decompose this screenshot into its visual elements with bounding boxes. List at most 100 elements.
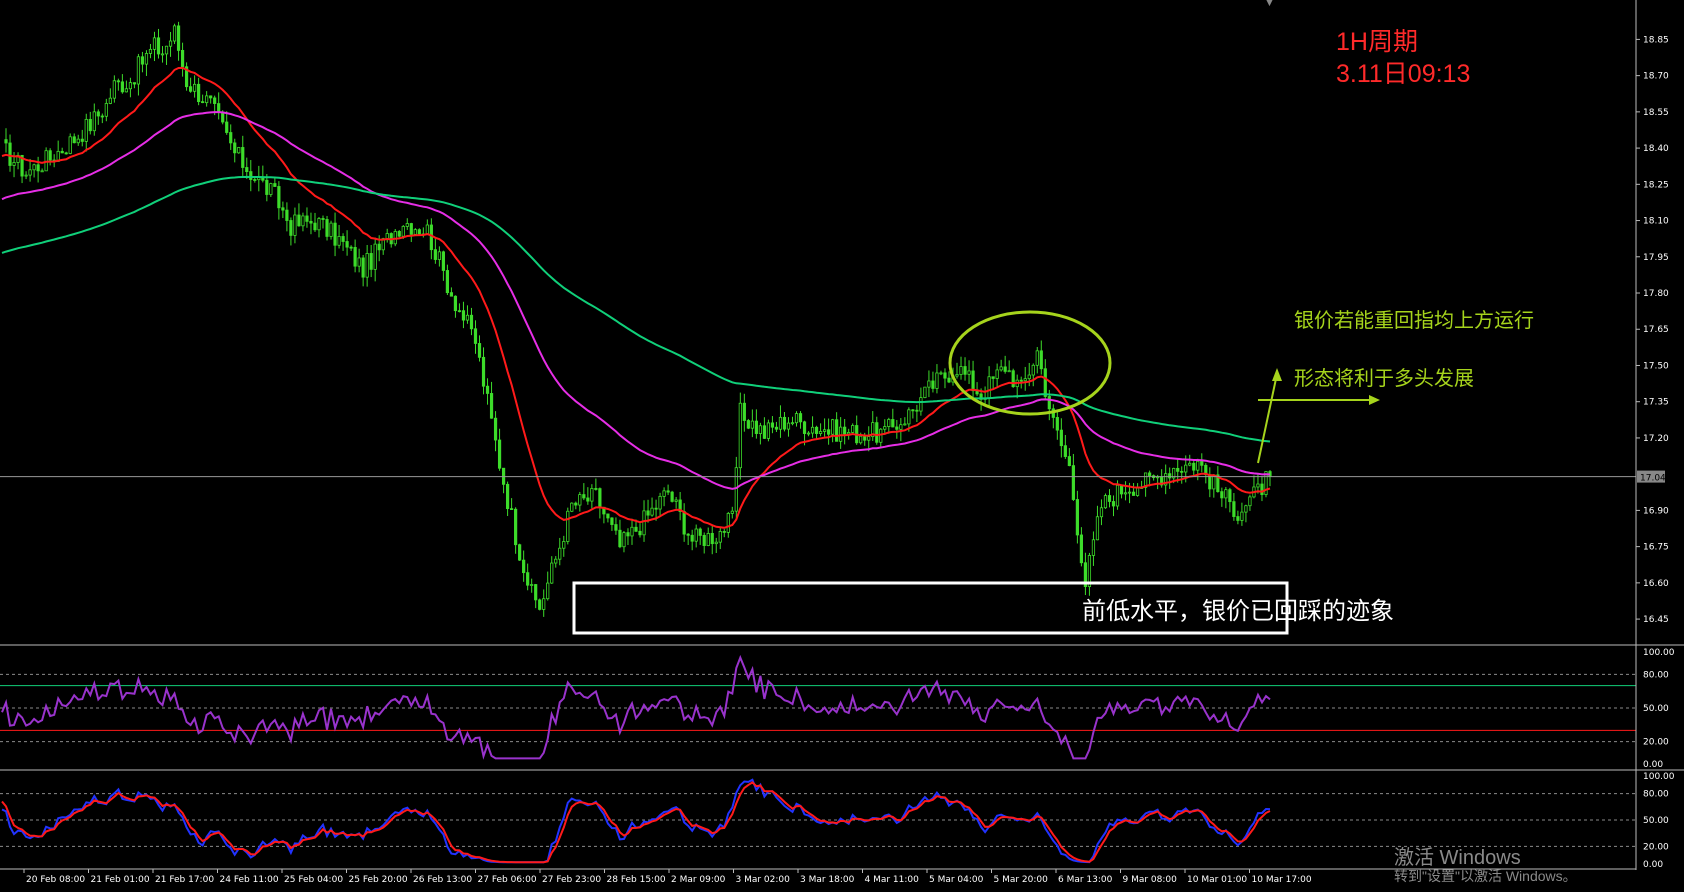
time-tick-label: 4 Mar 11:00 (865, 875, 920, 885)
candle-body (839, 426, 843, 442)
candle-body (405, 223, 409, 227)
candle-body (369, 253, 373, 270)
candle-body (1228, 489, 1232, 503)
candle-body (401, 226, 405, 237)
time-tick-label: 25 Feb 20:00 (349, 875, 408, 885)
candle-body (1192, 462, 1196, 471)
price-tick-label: 17.35 (1643, 398, 1669, 408)
candle-body (361, 257, 365, 278)
candle-body (843, 426, 847, 435)
candle-body (1232, 501, 1236, 517)
candle-body (84, 118, 88, 142)
chart-shift-marker-icon[interactable]: ▼ (1266, 0, 1276, 8)
candle-body (1079, 534, 1084, 564)
candle-body (630, 526, 634, 537)
candle-body (132, 82, 137, 85)
candle-body (12, 162, 16, 166)
candle-body (1075, 499, 1079, 536)
candle-body (4, 139, 8, 144)
candle-body (959, 366, 963, 375)
price-chart[interactable]: 17.04 18.85 18.70 18.55 18.40 18.25 18.10 17.95… (0, 0, 1684, 892)
candle-body (774, 426, 779, 430)
current-price-label: 17.04 (1640, 474, 1666, 484)
candle-body (770, 422, 775, 428)
candle-body (337, 236, 341, 246)
candle-body (1099, 507, 1104, 518)
candle-body (867, 436, 871, 441)
candle-body (313, 222, 317, 231)
candle-body (373, 243, 377, 270)
candle-body (714, 541, 718, 545)
candle-body (40, 170, 44, 173)
candle-body (377, 243, 381, 251)
candle-body (1260, 483, 1264, 495)
candle-body (758, 425, 762, 434)
candle-body (76, 138, 80, 144)
candle-body (32, 164, 36, 171)
candle-body (48, 150, 52, 161)
osc-tick-label: 80.00 (1643, 670, 1669, 680)
candle-body (750, 420, 754, 429)
candle-body (180, 50, 185, 68)
time-tick-label: 27 Feb 06:00 (478, 875, 537, 885)
candle-body (1023, 378, 1027, 382)
time-tick-label: 2 Mar 09:00 (671, 875, 726, 885)
candle-body (991, 376, 995, 379)
candle-body (120, 81, 124, 93)
osc-tick-label: 50.00 (1643, 816, 1669, 826)
candle-body (514, 508, 518, 546)
candle-body (281, 207, 285, 211)
candle-body (919, 397, 923, 412)
candle-body (634, 526, 638, 532)
candle-body (1244, 505, 1248, 513)
candle-body (1127, 491, 1132, 494)
candle-body (148, 48, 153, 54)
candle-body (497, 439, 502, 469)
candle-body (891, 419, 895, 428)
candle-body (449, 292, 454, 297)
candle-body (72, 136, 76, 144)
candle-body (851, 425, 855, 433)
price-tick-label: 17.65 (1643, 325, 1669, 335)
candle-body (249, 171, 253, 180)
candle-body (441, 251, 445, 271)
candle-body (209, 95, 213, 99)
candle-body (188, 86, 193, 92)
candle-body (578, 494, 582, 506)
candle-body (1091, 539, 1096, 556)
candle-body (104, 103, 108, 117)
candle-body (766, 422, 771, 439)
candle-body (349, 246, 353, 249)
candle-body (646, 510, 650, 516)
candle-body (534, 584, 538, 601)
candle-body (269, 183, 273, 195)
time-tick-label: 24 Feb 11:00 (220, 875, 279, 885)
candle-body (425, 224, 429, 235)
candle-body (245, 167, 249, 173)
candle-body (429, 224, 433, 251)
candle-body (931, 380, 935, 389)
candle-body (810, 426, 815, 434)
candle-body (899, 424, 903, 430)
candle-body (273, 183, 277, 187)
osc-tick-label: 80.00 (1643, 790, 1669, 800)
candle-body (570, 502, 574, 512)
candle-body (650, 507, 654, 516)
price-tick-label: 16.45 (1643, 615, 1669, 625)
candle-body (1071, 465, 1075, 500)
candle-body (762, 425, 767, 439)
osc-tick-label: 20.00 (1643, 738, 1669, 748)
candle-body (911, 409, 915, 412)
candle-body (28, 169, 32, 176)
candle-body (554, 558, 558, 564)
price-tick-label: 18.10 (1643, 217, 1669, 227)
candle-body (859, 435, 863, 444)
candle-body (746, 420, 750, 429)
candle-body (461, 310, 466, 321)
candle-body (265, 179, 269, 195)
price-tick-label: 16.90 (1643, 506, 1669, 516)
candle-body (790, 422, 795, 425)
candle-body (108, 97, 112, 104)
candle-body (987, 376, 991, 399)
candle-body (277, 186, 281, 209)
